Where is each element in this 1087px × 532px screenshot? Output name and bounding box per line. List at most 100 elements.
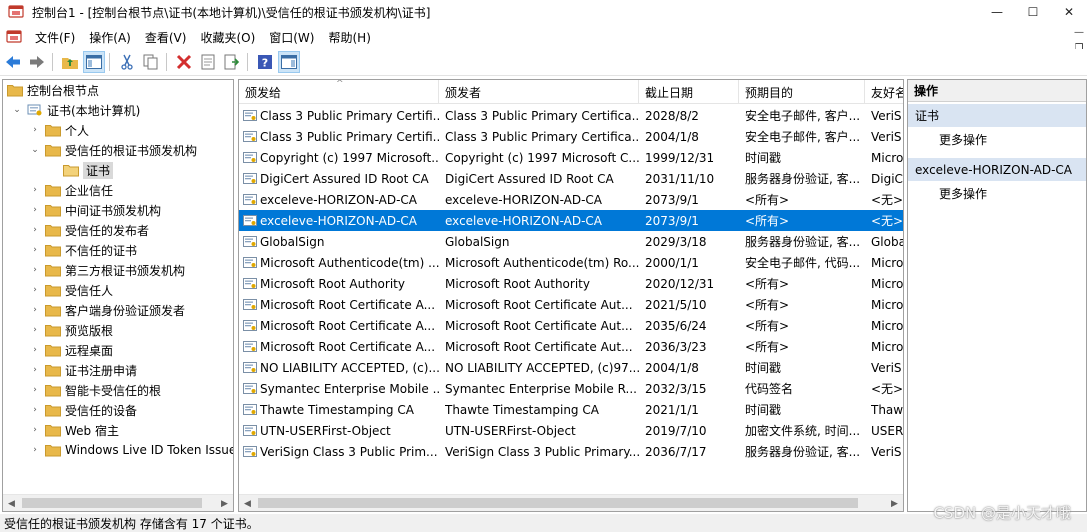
status-text: 受信任的根证书颁发机构 存储含有 17 个证书。 [4,516,259,531]
menu-window[interactable]: 窗口(W) [262,29,321,46]
tree-item[interactable]: › 受信任人 [29,280,113,300]
tree-item[interactable]: › 企业信任 [29,180,113,200]
table-row[interactable]: Class 3 Public Primary Certifi... Class 3… [239,105,903,126]
tree-item[interactable]: › 第三方根证书颁发机构 [29,260,185,280]
tree-item[interactable]: › 智能卡受信任的根 [29,380,161,400]
help-icon[interactable]: ? [254,51,276,73]
chevron-right-icon[interactable]: › [29,284,41,296]
table-row[interactable]: exceleve-HORIZON-AD-CA exceleve-HORIZON-A… [239,210,903,231]
chevron-right-icon[interactable]: › [29,244,41,256]
scroll-right-icon[interactable]: ▶ [216,495,233,511]
actions-section-selected-cert[interactable]: exceleve-HORIZON-AD-CA [908,158,1086,181]
table-row[interactable]: Microsoft Root Certificate A... Microsoft… [239,315,903,336]
toolbar-separator [109,53,110,71]
console-tree-pane[interactable]: 控制台根节点 ⌄ 证书(本地计算机) › 个人 ⌄ 受信任的根证书颁发机构 证书 › 企业信… [2,79,234,512]
table-row[interactable]: GlobalSign GlobalSign 2029/3/18 服务器身份验证, 客.… [239,231,903,252]
cut-icon[interactable] [116,51,138,73]
chevron-right-icon[interactable]: › [29,204,41,216]
chevron-right-icon[interactable]: › [29,364,41,376]
table-row[interactable]: Thawte Timestamping CA Thawte Timestampin… [239,399,903,420]
minimize-button[interactable]: — [979,0,1015,24]
scroll-left-icon[interactable]: ◀ [3,495,20,511]
chevron-right-icon[interactable]: › [29,324,41,336]
tree-item[interactable]: › 证书注册申请 [29,360,137,380]
column-intended-purposes[interactable]: 预期目的 [739,80,865,104]
maximize-button[interactable]: ☐ [1015,0,1051,24]
tree-item[interactable]: › 中间证书颁发机构 [29,200,161,220]
menu-file[interactable]: 文件(F) [28,29,82,46]
tree-item[interactable]: › Windows Live ID Token Issue [29,440,233,460]
column-expiration-date[interactable]: 截止日期 [639,80,739,104]
table-row[interactable]: VeriSign Class 3 Public Prim... VeriSign … [239,441,903,462]
table-row[interactable]: Microsoft Authenticode(tm) ... Microsoft … [239,252,903,273]
menu-help[interactable]: 帮助(H) [321,29,377,46]
scroll-thumb[interactable] [258,498,858,508]
tree-item[interactable]: › 预览版根 [29,320,113,340]
tree-item[interactable]: ⌄ 受信任的根证书颁发机构 [29,140,197,160]
table-row[interactable]: exceleve-HORIZON-AD-CA exceleve-HORIZON-A… [239,189,903,210]
properties-icon[interactable] [197,51,219,73]
table-row[interactable]: Symantec Enterprise Mobile ... Symantec E… [239,378,903,399]
tree-item[interactable]: › 远程桌面 [29,340,113,360]
chevron-right-icon[interactable]: › [29,384,41,396]
chevron-right-icon[interactable]: › [29,344,41,356]
close-button[interactable]: ✕ [1051,0,1087,24]
column-issued-to[interactable]: 颁发给 ^ [239,80,439,104]
column-issued-by[interactable]: 颁发者 [439,80,639,104]
back-icon[interactable] [2,51,24,73]
scroll-right-icon[interactable]: ▶ [886,495,903,511]
table-row[interactable]: Microsoft Root Certificate A... Microsoft… [239,294,903,315]
copy-icon[interactable] [140,51,162,73]
chevron-down-icon[interactable]: ⌄ [11,104,23,116]
chevron-right-icon[interactable]: › [29,124,41,136]
scroll-left-icon[interactable]: ◀ [239,495,256,511]
table-row[interactable]: Class 3 Public Primary Certifi... Class 3… [239,126,903,147]
list-horizontal-scrollbar[interactable]: ◀ ▶ [239,494,903,511]
chevron-right-icon[interactable]: › [29,264,41,276]
more-actions-link[interactable]: 更多操作 [939,131,987,148]
tree-item[interactable]: › 个人 [29,120,89,140]
column-friendly-name[interactable]: 友好名 [865,80,903,104]
show-hide-tree-icon[interactable] [83,51,105,73]
folder-icon [45,184,61,197]
console-menu-icon[interactable] [6,30,22,44]
table-row[interactable]: DigiCert Assured ID Root CA DigiCert Assu… [239,168,903,189]
up-folder-icon[interactable] [59,51,81,73]
tree-item[interactable]: 证书 [63,160,114,180]
more-actions-link[interactable]: 更多操作 [939,185,987,202]
table-row[interactable]: Microsoft Root Certificate A... Microsoft… [239,336,903,357]
menu-action[interactable]: 操作(A) [82,29,138,46]
tree-item[interactable]: › 客户端身份验证颁发者 [29,300,185,320]
export-icon[interactable] [221,51,243,73]
chevron-down-icon[interactable]: ⌄ [29,144,41,156]
mdi-minimize-button[interactable]: — [1071,24,1087,40]
tree-item-label: Web 宿主 [65,423,119,438]
table-row[interactable]: Microsoft Root Authority Microsoft Root A… [239,273,903,294]
tree-item[interactable]: › 不信任的证书 [29,240,137,260]
delete-icon[interactable] [173,51,195,73]
tree-item[interactable]: › Web 宿主 [29,420,119,440]
table-row[interactable]: UTN-USERFirst-Object UTN-USERFirst-Object… [239,420,903,441]
certificate-list-pane[interactable]: 颁发给 ^ 颁发者 截止日期 预期目的 友好名 Class 3 Public Pr… [238,79,904,512]
table-row[interactable]: NO LIABILITY ACCEPTED, (c)... NO LIABILIT… [239,357,903,378]
scroll-thumb[interactable] [22,498,202,508]
tree-computer[interactable]: ⌄ 证书(本地计算机) [11,100,140,120]
tree-horizontal-scrollbar[interactable]: ◀ ▶ [3,494,233,511]
table-row[interactable]: Copyright (c) 1997 Microsoft... Copyright… [239,147,903,168]
tree-item[interactable]: › 受信任的发布者 [29,220,149,240]
actions-section-certificates[interactable]: 证书 [908,104,1086,127]
cell-purposes: 服务器身份验证, 客... [745,235,861,249]
forward-icon[interactable] [26,51,48,73]
chevron-right-icon[interactable]: › [29,404,41,416]
chevron-right-icon[interactable]: › [29,304,41,316]
menu-view[interactable]: 查看(V) [138,29,194,46]
tree-computer-label: 证书(本地计算机) [47,103,141,118]
chevron-right-icon[interactable]: › [29,184,41,196]
tree-root[interactable]: 控制台根节点 [7,80,99,100]
chevron-right-icon[interactable]: › [29,224,41,236]
chevron-right-icon[interactable]: › [29,424,41,436]
show-hide-action-icon[interactable] [278,51,300,73]
menu-favorites[interactable]: 收藏夹(O) [193,29,262,46]
chevron-right-icon[interactable]: › [29,444,41,456]
tree-item[interactable]: › 受信任的设备 [29,400,137,420]
